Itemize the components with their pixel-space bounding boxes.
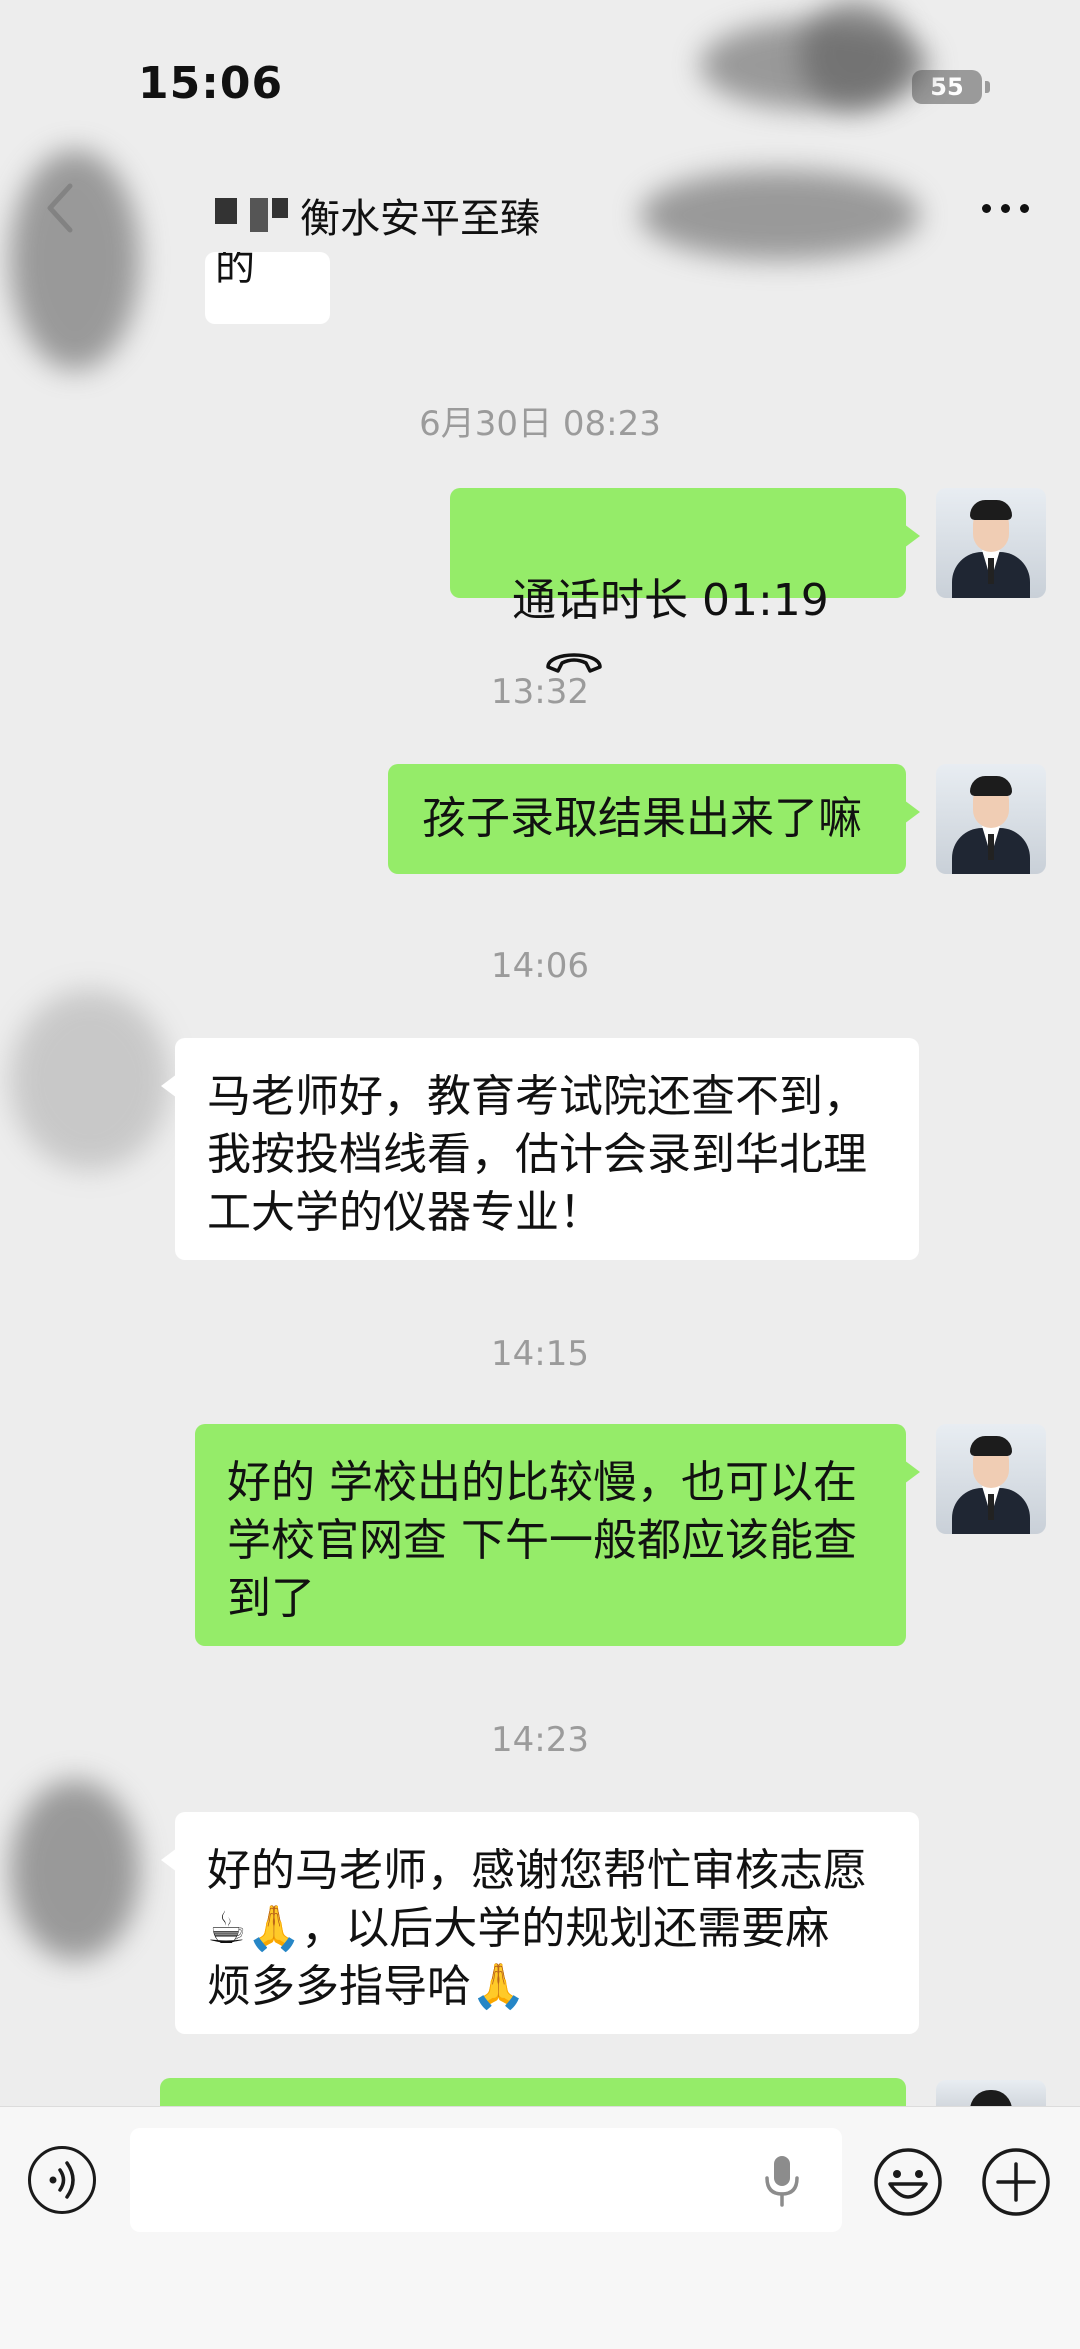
my-avatar[interactable] <box>936 764 1046 874</box>
redacted-avatar <box>10 1780 140 1960</box>
my-avatar[interactable] <box>936 1424 1046 1534</box>
message-timestamp: 14:06 <box>491 946 589 986</box>
message-timestamp: 6月30日 08:23 <box>419 404 661 444</box>
chat-title: 衡水安平至臻 <box>300 196 540 242</box>
message-timestamp: 14:15 <box>491 1334 589 1374</box>
call-duration-label: 通话时长 01:19 <box>511 575 829 626</box>
microphone-icon[interactable] <box>762 2154 802 2208</box>
redaction-block <box>272 198 288 218</box>
plus-icon[interactable] <box>980 2146 1052 2218</box>
partial-message-bubble: 的 <box>205 252 330 324</box>
partial-message-text: 的 <box>215 252 255 290</box>
redaction-block <box>250 198 268 232</box>
redaction-scribble <box>640 170 920 260</box>
my-avatar[interactable] <box>936 488 1046 598</box>
voice-mode-icon[interactable] <box>28 2146 96 2214</box>
more-icon[interactable] <box>976 188 1036 228</box>
emoji-icon[interactable] <box>872 2146 944 2218</box>
redacted-avatar <box>10 990 170 1170</box>
message-timestamp: 13:32 <box>491 672 589 712</box>
message-bubble-sent[interactable]: 孩子录取结果出来了嘛 <box>388 764 920 874</box>
my-avatar-partial <box>936 2080 1046 2106</box>
message-bubble-received[interactable]: 马老师好，教育考试院还查不到， 我按投档线看，估计会录到华北理 工大学的仪器专业… <box>161 1038 919 1260</box>
message-bubble-sent[interactable]: 好的 学校出的比较慢，也可以在 学校官网查 下午一般都应该能查 到了 <box>195 1424 920 1646</box>
redaction-scribble <box>800 0 910 110</box>
message-timestamp: 14:23 <box>491 1720 589 1760</box>
message-bubble-received[interactable]: 好的马老师，感谢您帮忙审核志愿 ☕🙏，以后大学的规划还需要麻 烦多多指导哈🙏 <box>161 1812 919 2034</box>
status-time: 15:06 <box>138 58 284 109</box>
redaction-block <box>215 198 237 224</box>
redacted-avatar <box>10 150 140 370</box>
call-record-bubble[interactable]: 通话时长 01:19 <box>450 488 920 673</box>
message-input[interactable] <box>130 2128 842 2232</box>
message-bubble-sent-partial <box>160 2078 906 2108</box>
